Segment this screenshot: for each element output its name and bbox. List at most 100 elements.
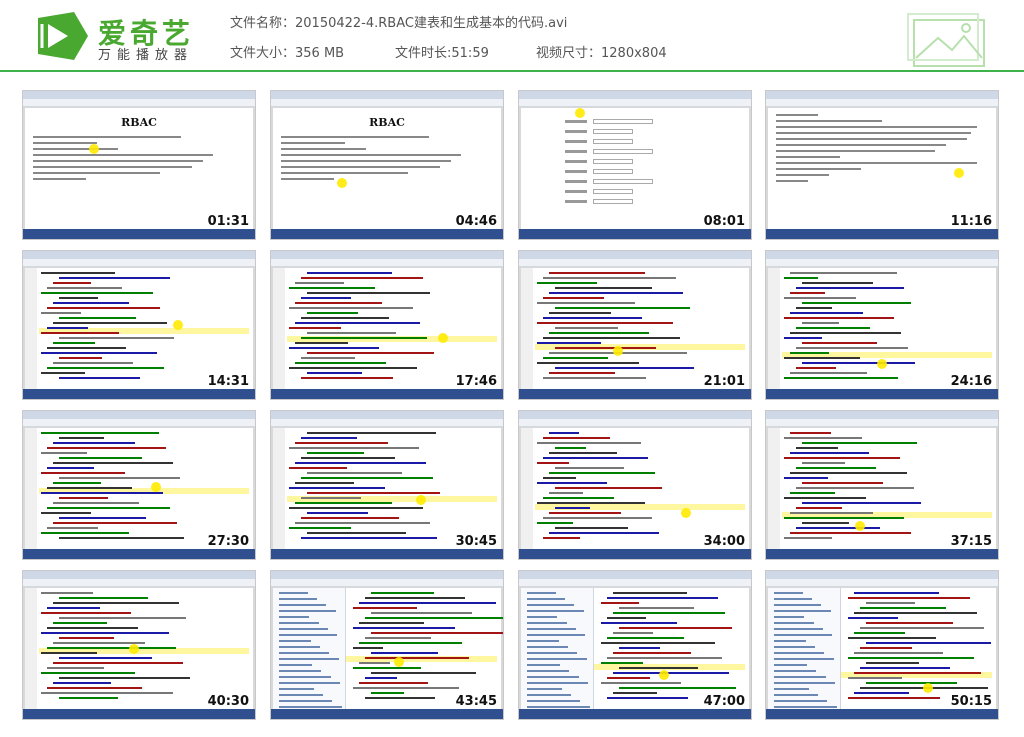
mouse-cursor-highlight — [173, 320, 183, 330]
video-thumbnail[interactable]: 11:16 — [765, 90, 999, 240]
thumbnail-window-toolbar — [23, 99, 255, 107]
mouse-cursor-highlight — [337, 178, 347, 188]
code-editor-sketch — [273, 588, 503, 709]
thumbnail-timestamp: 47:00 — [703, 694, 745, 709]
thumbnail-window-toolbar — [23, 419, 255, 427]
thumbnail-taskbar — [766, 229, 998, 239]
mouse-cursor-highlight — [877, 359, 887, 369]
thumbnail-window-toolbar — [519, 259, 751, 267]
thumbnail-grid: RBAC 01:31 RBAC 04:46 08:01 11:16 14:31 17:46 21… — [22, 90, 1008, 730]
project-tree — [273, 588, 346, 709]
thumbnail-content — [768, 428, 996, 549]
video-thumbnail[interactable]: 14:31 — [22, 250, 256, 400]
video-thumbnail[interactable]: 47:00 — [518, 570, 752, 720]
form-sketch — [521, 108, 749, 229]
thumbnail-taskbar — [271, 709, 503, 719]
mouse-cursor-highlight — [659, 670, 669, 680]
thumbnail-content — [768, 588, 996, 709]
thumbnail-window-toolbar — [271, 259, 503, 267]
thumbnail-window-titlebar — [519, 411, 751, 419]
code-editor-sketch — [768, 428, 996, 549]
code-editor-sketch — [521, 588, 749, 709]
code-editor-sketch — [768, 588, 996, 709]
thumbnail-window-titlebar — [766, 571, 998, 579]
video-thumbnail[interactable]: 17:46 — [270, 250, 504, 400]
file-name: 文件名称：20150422-4.RBAC建表和生成基本的代码.avi — [230, 12, 567, 31]
thumbnail-taskbar — [23, 549, 255, 559]
video-thumbnail[interactable]: 24:16 — [765, 250, 999, 400]
thumbnail-taskbar — [23, 229, 255, 239]
mouse-cursor-highlight — [855, 521, 865, 531]
video-thumbnail[interactable]: RBAC 04:46 — [270, 90, 504, 240]
project-tree — [768, 588, 841, 709]
video-thumbnail[interactable]: RBAC 01:31 — [22, 90, 256, 240]
video-thumbnail[interactable]: 50:15 — [765, 570, 999, 720]
thumbnail-window-toolbar — [519, 579, 751, 587]
document-title: RBAC — [369, 116, 405, 129]
code-editor-sketch — [521, 268, 749, 389]
thumbnail-taskbar — [766, 389, 998, 399]
thumbnail-taskbar — [519, 389, 751, 399]
thumbnail-content — [273, 428, 501, 549]
file-duration: 文件时长:51:59 — [395, 42, 489, 61]
video-thumbnail[interactable]: 40:30 — [22, 570, 256, 720]
video-thumbnail[interactable]: 27:30 — [22, 410, 256, 560]
thumbnail-content — [273, 268, 501, 389]
file-duration-label: 文件时长: — [395, 46, 452, 61]
thumbnail-timestamp: 27:30 — [207, 534, 249, 549]
iqiyi-logo: 爱奇艺 万能播放器 — [34, 10, 214, 63]
thumbnail-taskbar — [519, 549, 751, 559]
video-thumbnail[interactable]: 08:01 — [518, 90, 752, 240]
thumbnail-taskbar — [519, 229, 751, 239]
document-text-lines — [281, 136, 493, 184]
code-editor-sketch — [273, 268, 501, 389]
thumbnail-timestamp: 17:46 — [455, 374, 497, 389]
thumbnail-content: RBAC — [273, 108, 501, 229]
thumbnail-content — [521, 428, 749, 549]
thumbnail-taskbar — [766, 549, 998, 559]
mouse-cursor-highlight — [129, 644, 139, 654]
thumbnail-window-titlebar — [519, 91, 751, 99]
thumbnail-window-titlebar — [766, 411, 998, 419]
video-thumbnail[interactable]: 37:15 — [765, 410, 999, 560]
line-number-gutter — [521, 428, 533, 549]
code-editor-sketch — [25, 268, 253, 389]
line-number-gutter — [521, 268, 533, 389]
video-dimensions-label: 视频尺寸： — [536, 46, 602, 61]
thumbnail-taskbar — [271, 549, 503, 559]
thumbnail-window-titlebar — [271, 411, 503, 419]
video-dimensions: 视频尺寸：1280x804 — [536, 42, 667, 61]
mouse-cursor-highlight — [613, 346, 623, 356]
video-thumbnail[interactable]: 43:45 — [270, 570, 504, 720]
thumbnail-timestamp: 43:45 — [455, 694, 497, 709]
line-number-gutter — [25, 588, 37, 709]
thumbnail-window-toolbar — [23, 259, 255, 267]
thumbnail-window-toolbar — [519, 99, 751, 107]
logo-subtitle: 万能播放器 — [98, 48, 194, 63]
thumbnail-timestamp: 08:01 — [703, 214, 745, 229]
file-name-label: 文件名称： — [230, 16, 296, 31]
line-number-gutter — [768, 428, 780, 549]
video-thumbnail[interactable]: 30:45 — [270, 410, 504, 560]
thumbnail-window-titlebar — [23, 251, 255, 259]
thumbnail-window-toolbar — [271, 99, 503, 107]
iqiyi-logo-icon — [38, 12, 88, 60]
thumbnail-window-toolbar — [766, 99, 998, 107]
code-editor-sketch — [25, 588, 253, 709]
thumbnail-window-toolbar — [766, 259, 998, 267]
code-editor-sketch — [273, 428, 501, 549]
header: 爱奇艺 万能播放器 文件名称：20150422-4.RBAC建表和生成基本的代码… — [0, 0, 1024, 72]
video-thumbnail[interactable]: 21:01 — [518, 250, 752, 400]
thumbnail-timestamp: 01:31 — [207, 214, 249, 229]
thumbnail-window-titlebar — [23, 571, 255, 579]
document-text-lines — [33, 136, 245, 184]
thumbnail-window-titlebar — [23, 91, 255, 99]
thumbnail-content — [521, 588, 749, 709]
thumbnail-taskbar — [519, 709, 751, 719]
thumbnail-window-titlebar — [766, 91, 998, 99]
video-thumbnail[interactable]: 34:00 — [518, 410, 752, 560]
code-editor-sketch — [25, 428, 253, 549]
thumbnail-taskbar — [23, 709, 255, 719]
mouse-cursor-highlight — [151, 482, 161, 492]
mouse-cursor-highlight — [394, 657, 404, 667]
